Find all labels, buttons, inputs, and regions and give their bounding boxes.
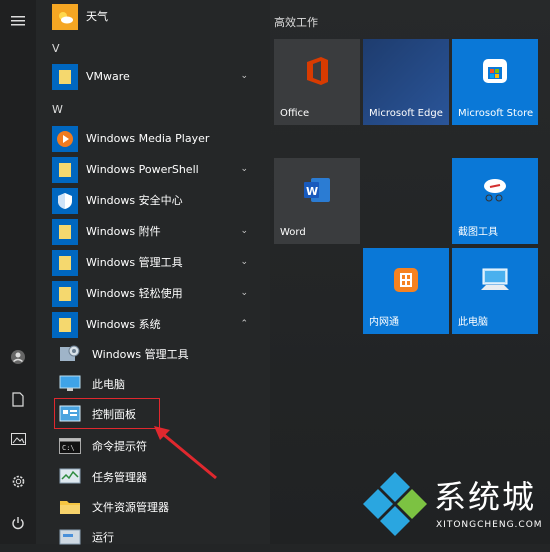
intranet-icon <box>393 267 419 297</box>
chevron-down-icon: ⌄ <box>240 164 248 174</box>
highlight-box <box>54 398 160 429</box>
shield-icon <box>52 188 78 214</box>
svg-text:C:\: C:\ <box>62 444 75 452</box>
tile-snipping-tool[interactable]: 截图工具 <box>452 158 538 244</box>
tile-label: Word <box>280 227 306 238</box>
folder-icon <box>52 64 78 90</box>
tile-label: Microsoft Store <box>458 108 534 119</box>
app-windows-security[interactable]: Windows 安全中心 <box>52 186 266 215</box>
power-icon[interactable] <box>0 508 36 538</box>
computer-icon <box>480 268 510 296</box>
tile-store[interactable]: Microsoft Store <box>452 39 538 125</box>
word-icon: W <box>303 177 331 207</box>
user-icon[interactable] <box>0 342 36 372</box>
folder-windows-ease-of-access[interactable]: Windows 轻松使用 ⌄ <box>52 279 266 308</box>
folder-windows-accessories[interactable]: Windows 附件 ⌄ <box>52 217 266 246</box>
picture-icon[interactable] <box>0 424 36 454</box>
chevron-up-icon: ⌃ <box>240 319 248 329</box>
app-label: Windows 系统 <box>86 318 161 331</box>
tile-edge[interactable]: Microsoft Edge <box>363 39 449 125</box>
chevron-down-icon: ⌄ <box>240 257 248 267</box>
folder-vmware[interactable]: VMware ⌄ <box>52 62 266 91</box>
tile-label: Microsoft Edge <box>369 108 443 119</box>
tile-label: 内网通 <box>369 317 399 328</box>
letter-header-w[interactable]: W <box>52 103 63 116</box>
tile-group-title[interactable]: 高效工作 <box>274 14 318 30</box>
gear-icon[interactable] <box>0 466 36 496</box>
svg-text:W: W <box>306 185 318 198</box>
start-rail <box>0 0 36 544</box>
app-file-explorer[interactable]: 文件资源管理器 <box>56 493 266 522</box>
chevron-down-icon: ⌄ <box>240 288 248 298</box>
app-label: Windows Media Player <box>86 132 210 145</box>
watermark-text: 系统城 <box>434 478 537 516</box>
app-label: 文件资源管理器 <box>92 501 169 514</box>
scissors-icon <box>480 177 510 207</box>
app-label: Windows 附件 <box>86 225 161 238</box>
tile-word[interactable]: W Word <box>274 158 360 244</box>
terminal-icon: C:\ <box>58 435 82 457</box>
app-label: 任务管理器 <box>92 471 147 484</box>
app-this-pc[interactable]: 此电脑 <box>56 370 266 399</box>
app-label: VMware <box>86 70 130 83</box>
app-label: Windows 管理工具 <box>86 256 183 269</box>
document-icon[interactable] <box>0 384 36 414</box>
tile-label: Office <box>280 108 310 119</box>
app-label: 此电脑 <box>92 378 125 391</box>
task-manager-icon <box>58 466 82 488</box>
letter-header-v[interactable]: V <box>52 42 60 55</box>
media-player-icon <box>52 126 78 152</box>
watermark: 系统城 XITONGCHENG.COM <box>358 468 548 542</box>
folder-open-icon <box>52 312 78 338</box>
admin-tools-icon <box>58 343 82 365</box>
watermark-logo-icon <box>363 472 427 536</box>
store-icon <box>482 58 508 88</box>
app-weather[interactable]: 天气 <box>52 2 266 31</box>
app-label: Windows PowerShell <box>86 163 199 176</box>
folder-windows-system[interactable]: Windows 系统 ⌃ <box>52 310 266 339</box>
red-arrow-annotation <box>154 426 217 480</box>
folder-explorer-icon <box>58 496 82 518</box>
folder-icon <box>52 157 78 183</box>
folder-windows-admin-tools[interactable]: Windows 管理工具 ⌄ <box>52 248 266 277</box>
watermark-url: XITONGCHENG.COM <box>436 520 543 530</box>
computer-icon <box>58 373 82 395</box>
chevron-down-icon: ⌄ <box>240 71 248 81</box>
tile-office[interactable]: Office <box>274 39 360 125</box>
folder-icon <box>52 281 78 307</box>
tile-intranet[interactable]: 内网通 <box>363 248 449 334</box>
run-icon <box>58 526 82 548</box>
tile-label: 此电脑 <box>458 317 488 328</box>
hamburger-menu-icon[interactable] <box>0 6 36 36</box>
app-label: 运行 <box>92 531 114 544</box>
folder-windows-powershell[interactable]: Windows PowerShell ⌄ <box>52 155 266 184</box>
app-run[interactable]: 运行 <box>56 523 266 552</box>
app-label: Windows 安全中心 <box>86 194 183 207</box>
app-windows-media-player[interactable]: Windows Media Player <box>52 124 266 153</box>
app-label: Windows 轻松使用 <box>86 287 183 300</box>
app-label: Windows 管理工具 <box>92 348 189 361</box>
tile-this-pc[interactable]: 此电脑 <box>452 248 538 334</box>
chevron-down-icon: ⌄ <box>240 226 248 236</box>
folder-icon <box>52 219 78 245</box>
app-windows-admin-tools[interactable]: Windows 管理工具 <box>56 340 266 369</box>
folder-icon <box>52 250 78 276</box>
app-label: 命令提示符 <box>92 440 147 453</box>
office-icon <box>303 56 331 90</box>
app-label: 天气 <box>86 10 108 23</box>
tile-label: 截图工具 <box>458 227 498 238</box>
weather-icon <box>52 4 78 30</box>
